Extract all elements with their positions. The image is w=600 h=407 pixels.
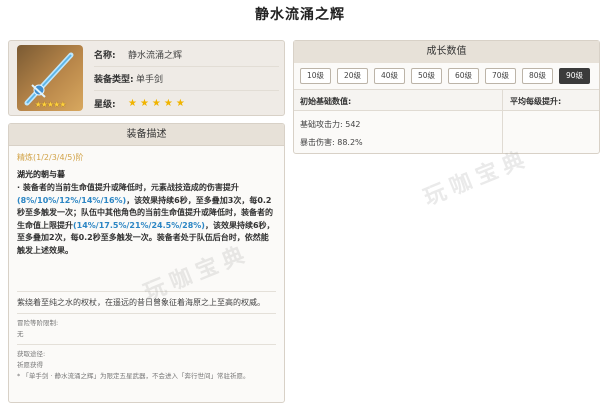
passive-name: 湖光的朝与暮 [17,170,65,179]
passive-values-1: (8%/10%/12%/14%/16%) [17,195,127,205]
ascension-block: 冒险等阶限制: 无 [9,314,284,340]
passive-text: · 装备者的当前生命值提升或降低时，元素战技造成的伤害提升 (8%/10%/12%… [9,180,284,257]
crit-damage-stat: 暴击伤害: 88.2% [300,138,363,147]
rarity-row: 星级: ★★★★★ [94,91,279,115]
level-tab-80[interactable]: 80级 [522,68,553,84]
weapon-info-card: ★★★★★ 名称: 静水流涌之辉 装备类型: 单手剑 星级: ★★★★★ [8,40,285,116]
type-row: 装备类型: 单手剑 [94,67,279,91]
base-stats-header: 初始基础数值: [300,97,352,106]
level-tab-10[interactable]: 10级 [300,68,331,84]
refine-levels: 精炼(1/2/3/4/5)阶 [17,153,84,162]
passive-values-2: (14%/17.5%/21%/24.5%/28%) [73,220,205,230]
source-note: * 「单手剑 · 静水流涌之辉」为限定五星武器，不会进入「奔行世间」常驻祈愿。 [17,372,250,380]
per-level-header: 平均每级提升: [510,97,562,106]
stats-header-row: 初始基础数值: 平均每级提升: [294,89,599,111]
rarity-label: 星级: [94,99,116,110]
name-value: 静水流涌之辉 [128,51,183,61]
description-panel: 装备描述 精炼(1/2/3/4/5)阶 湖光的朝与暮 · 装备者的当前生命值提升… [8,123,285,403]
sword-image-icon: ★★★★★ [17,45,83,111]
column-divider [502,89,503,153]
flavor-text: 紫绕着至纯之水的权杖，在遥远的昔日曾象征着海原之上至高的权威。 [17,298,265,307]
growth-header: 成长数值 [294,41,599,63]
passive-text-a: · 装备者的当前生命值提升或降低时，元素战技造成的伤害提升 [17,183,239,192]
level-tab-40[interactable]: 40级 [374,68,405,84]
ascension-label: 冒险等阶限制: [17,319,59,327]
description-header: 装备描述 [9,124,284,146]
ascension-value: 无 [17,330,24,338]
page-title: 静水流涌之辉 [255,7,345,23]
base-attack-stat: 基础攻击力: 542 [300,120,361,129]
source-value: 祈愿获得 [17,361,43,369]
level-tabs: 10级 20级 40级 50级 60级 70级 80级 90级 [294,63,599,84]
type-label: 装备类型: [94,75,134,85]
name-row: 名称: 静水流涌之辉 [94,43,279,67]
level-tab-50[interactable]: 50级 [411,68,442,84]
level-tab-70[interactable]: 70级 [485,68,516,84]
level-tab-20[interactable]: 20级 [337,68,368,84]
source-label: 获取途径: [17,350,46,358]
image-rarity-stars: ★★★★★ [34,100,67,109]
rarity-stars: ★★★★★ [128,97,188,109]
name-label: 名称: [94,51,116,61]
level-tab-90[interactable]: 90级 [559,68,590,84]
source-block: 获取途径: 祈愿获得 * 「单手剑 · 静水流涌之辉」为限定五星武器，不会进入「… [9,345,284,382]
level-tab-60[interactable]: 60级 [448,68,479,84]
type-value: 单手剑 [136,75,164,85]
growth-panel: 成长数值 10级 20级 40级 50级 60级 70级 80级 90级 初始基… [293,40,600,154]
